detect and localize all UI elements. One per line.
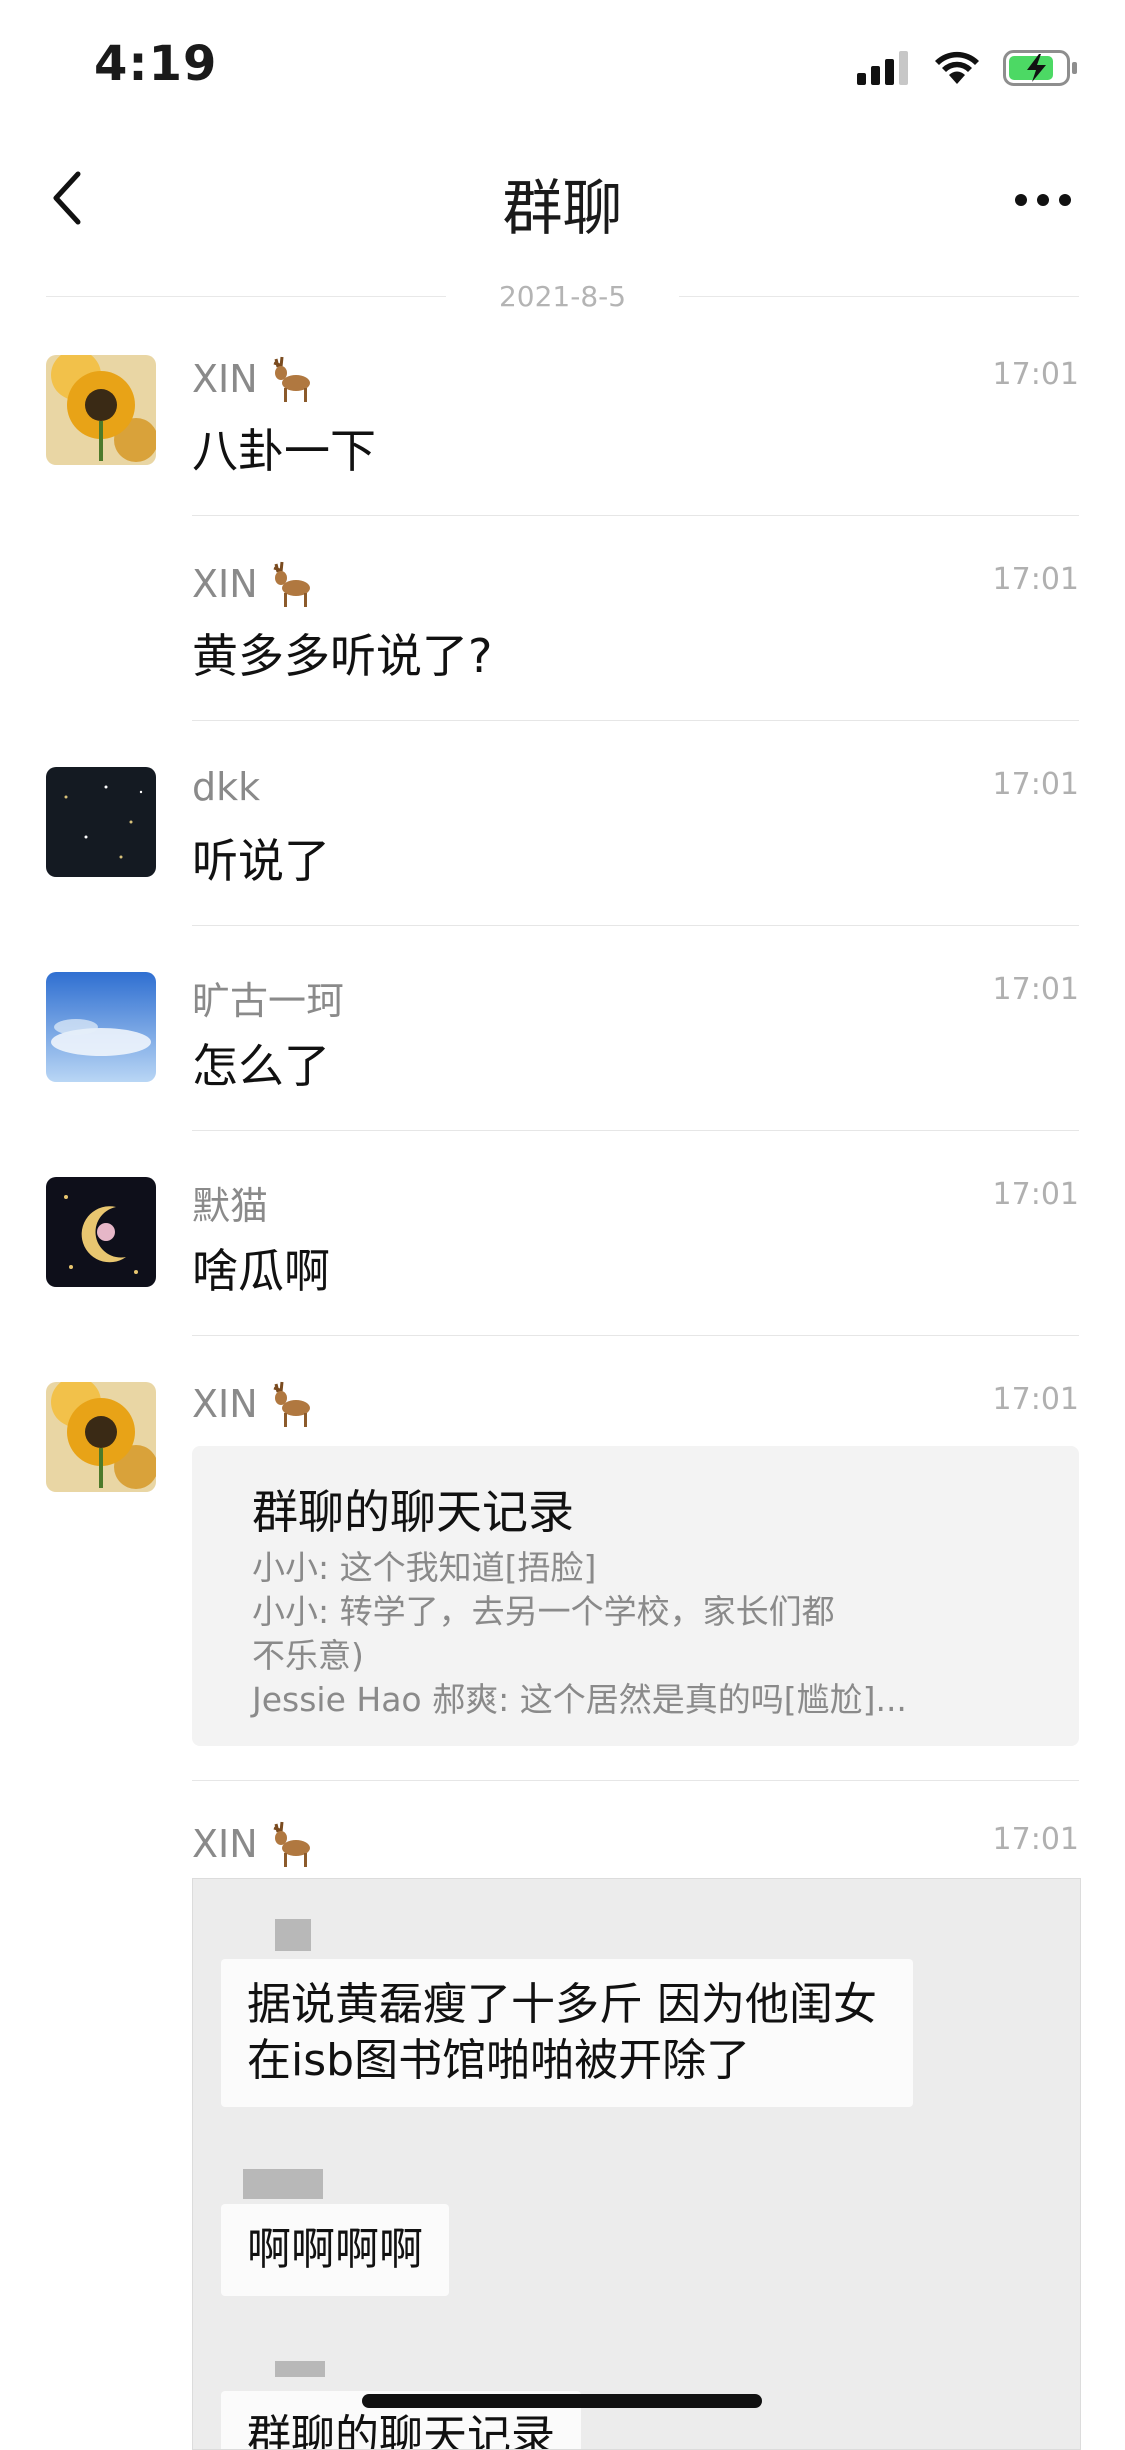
sender-name: XIN <box>192 560 314 608</box>
sender-name: XIN <box>192 1380 314 1428</box>
avatar[interactable] <box>46 767 156 877</box>
record-title: 群聊的聊天记录 <box>252 1485 574 1539</box>
message-time: 17:01 <box>992 1177 1079 1212</box>
chat-record-card[interactable]: 群聊的聊天记录 小小: 这个我知道[捂脸] 小小: 转学了，去另一个学校，家长们… <box>192 1446 1079 1746</box>
message-text: 啥瓜啊 <box>192 1244 330 1298</box>
message-text: 怎么了 <box>192 1039 330 1093</box>
deer-emoji-icon <box>273 1821 310 1867</box>
blue-sky-avatar-icon <box>46 972 156 1082</box>
row-separator <box>192 1780 1079 1781</box>
message-text: 黄多多听说了? <box>192 629 493 683</box>
avatar[interactable] <box>46 1177 156 1287</box>
message-time: 17:01 <box>992 357 1079 392</box>
moon-cat-avatar-icon <box>46 1177 156 1287</box>
image-bubble: 啊啊啊啊 <box>221 2204 449 2296</box>
date-divider: 2021-8-5 <box>46 280 1079 313</box>
pixelated-name <box>243 2169 323 2199</box>
status-icons <box>857 50 1079 86</box>
message-time: 17:01 <box>992 972 1079 1007</box>
sender-name: dkk <box>192 765 261 809</box>
screenshot-image[interactable]: 据说黄磊瘦了十多斤 因为他闺女 在isb图书馆啪啪被开除了 啊啊啊啊 群聊的聊天… <box>192 1878 1081 2450</box>
message-row[interactable]: 默猫 17:01 啥瓜啊 <box>0 1175 1125 1336</box>
sender-name: XIN <box>192 355 314 403</box>
row-separator <box>192 925 1079 926</box>
message-row[interactable]: XIN 17:01 据说黄磊瘦了十多斤 因为他闺女 在isb图书馆啪啪被开除了 … <box>0 1820 1125 2450</box>
sender-name: 旷古一珂 <box>192 979 345 1023</box>
pixelated-name <box>275 2361 325 2377</box>
sender-name: XIN <box>192 1820 314 1868</box>
deer-emoji-icon <box>273 1381 310 1427</box>
message-row[interactable]: XIN 17:01 八卦一下 <box>0 355 1125 516</box>
row-separator <box>192 1130 1079 1131</box>
message-time: 17:01 <box>992 767 1079 802</box>
deer-emoji-icon <box>273 356 310 402</box>
message-row[interactable]: XIN 17:01 群聊的聊天记录 小小: 这个我知道[捂脸] 小小: 转学了，… <box>0 1380 1125 1790</box>
divider-line <box>679 296 1079 297</box>
message-text: 听说了 <box>192 834 330 888</box>
nav-bar: 群聊 <box>0 140 1125 260</box>
more-options-icon[interactable] <box>1013 190 1073 210</box>
pixelated-name <box>275 1919 311 1951</box>
row-separator <box>192 515 1079 516</box>
message-row[interactable]: 旷古一珂 17:01 怎么了 <box>0 970 1125 1131</box>
night-sky-avatar-icon <box>46 767 156 877</box>
message-time: 17:01 <box>992 562 1079 597</box>
message-row[interactable]: dkk 17:01 听说了 <box>0 765 1125 926</box>
status-time: 4:19 <box>94 36 218 92</box>
message-time: 17:01 <box>992 1382 1079 1417</box>
record-line: Jessie Hao 郝爽: 这个居然是真的吗[尴尬]... <box>252 1680 907 1719</box>
wifi-icon <box>935 51 979 84</box>
message-text: 八卦一下 <box>192 424 376 478</box>
record-line: 不乐意) <box>252 1636 364 1675</box>
message-time: 17:01 <box>992 1822 1079 1857</box>
sender-name: 默猫 <box>192 1184 269 1228</box>
record-preview: 小小: 这个我知道[捂脸] 小小: 转学了，去另一个学校，家长们都 不乐意) J… <box>252 1546 972 1722</box>
record-line: 小小: 这个我知道[捂脸] <box>252 1548 597 1587</box>
deer-emoji-icon <box>273 561 310 607</box>
home-indicator[interactable] <box>362 2394 762 2408</box>
record-line: 小小: 转学了，去另一个学校，家长们都 <box>252 1592 835 1631</box>
row-separator <box>192 720 1079 721</box>
avatar[interactable] <box>46 355 156 465</box>
avatar[interactable] <box>46 1382 156 1492</box>
page-title: 群聊 <box>502 174 623 244</box>
sunflower-avatar-icon <box>46 1382 156 1492</box>
status-bar: 4:19 <box>0 0 1125 140</box>
sunflower-avatar-icon <box>46 355 156 465</box>
battery-charging-icon <box>1003 50 1077 86</box>
message-row[interactable]: XIN 17:01 黄多多听说了? <box>0 560 1125 721</box>
image-bubble: 据说黄磊瘦了十多斤 因为他闺女 在isb图书馆啪啪被开除了 <box>221 1959 913 2107</box>
avatar[interactable] <box>46 972 156 1082</box>
row-separator <box>192 1335 1079 1336</box>
cellular-signal-icon <box>857 51 908 85</box>
